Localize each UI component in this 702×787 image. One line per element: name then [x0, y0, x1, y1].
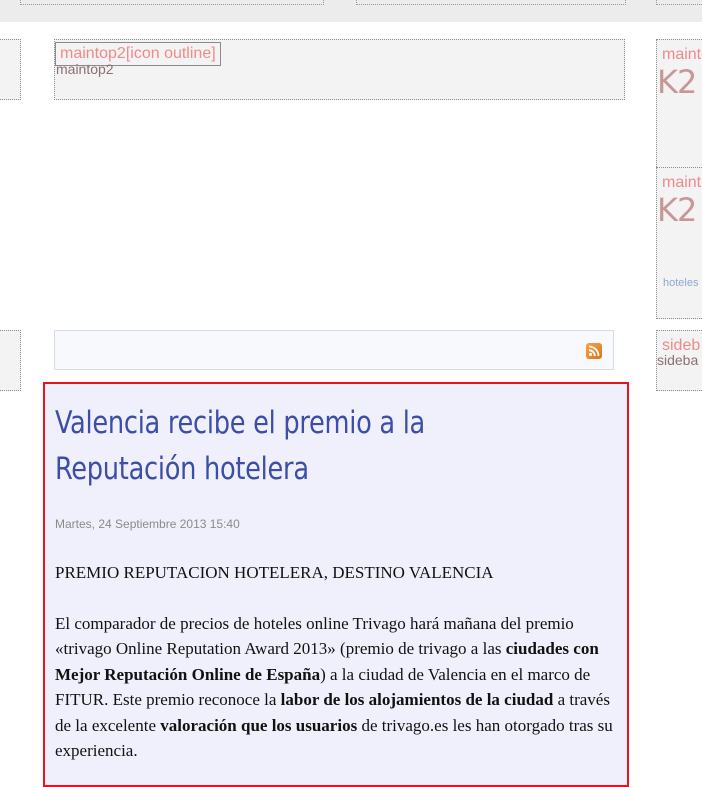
module-k2-heading: K2 C [657, 63, 702, 101]
right-mid-module: maint K2 T hoteles [656, 167, 702, 319]
module-k2-heading: K2 T [657, 191, 702, 229]
article-date: Martes, 24 Septiembre 2013 15:40 [55, 517, 240, 531]
rss-icon[interactable] [586, 343, 602, 359]
module-link[interactable]: hoteles [663, 277, 698, 289]
article-paragraph: El comparador de precios de hoteles onli… [55, 611, 615, 764]
right-sidebar-module: sideb sideba [656, 330, 702, 391]
left-module-box [0, 39, 21, 100]
article-title[interactable]: Valencia recibe el premio a la Reputació… [55, 400, 570, 492]
module-subtitle: maintop2 [56, 61, 114, 77]
right-top-module: maintop K2 C [656, 39, 702, 169]
paragraph-bold: valoración que los usuarios [160, 715, 358, 735]
module-subtitle: sideba [657, 352, 699, 368]
feed-bar [54, 330, 614, 370]
module-title: maint [662, 174, 702, 191]
article-panel: Valencia recibe el premio a la Reputació… [43, 382, 629, 787]
article-body: PREMIO REPUTACION HOTELERA, DESTINO VALE… [55, 560, 615, 764]
maintop2-module: maintop2[icon outline] maintop2 [54, 39, 625, 100]
article-heading: PREMIO REPUTACION HOTELERA, DESTINO VALE… [55, 563, 494, 582]
top-module-bottom-edge [356, 0, 626, 5]
top-module-bottom-edge [656, 0, 702, 5]
paragraph-text: El comparador de precios de hoteles onli… [55, 613, 574, 659]
paragraph-bold: labor de los alojamientos de la ciudad [280, 690, 554, 709]
left-module-box [0, 330, 21, 391]
top-module-bottom-edge [20, 0, 324, 5]
top-strip [0, 0, 702, 22]
module-title: maintop [662, 46, 702, 63]
